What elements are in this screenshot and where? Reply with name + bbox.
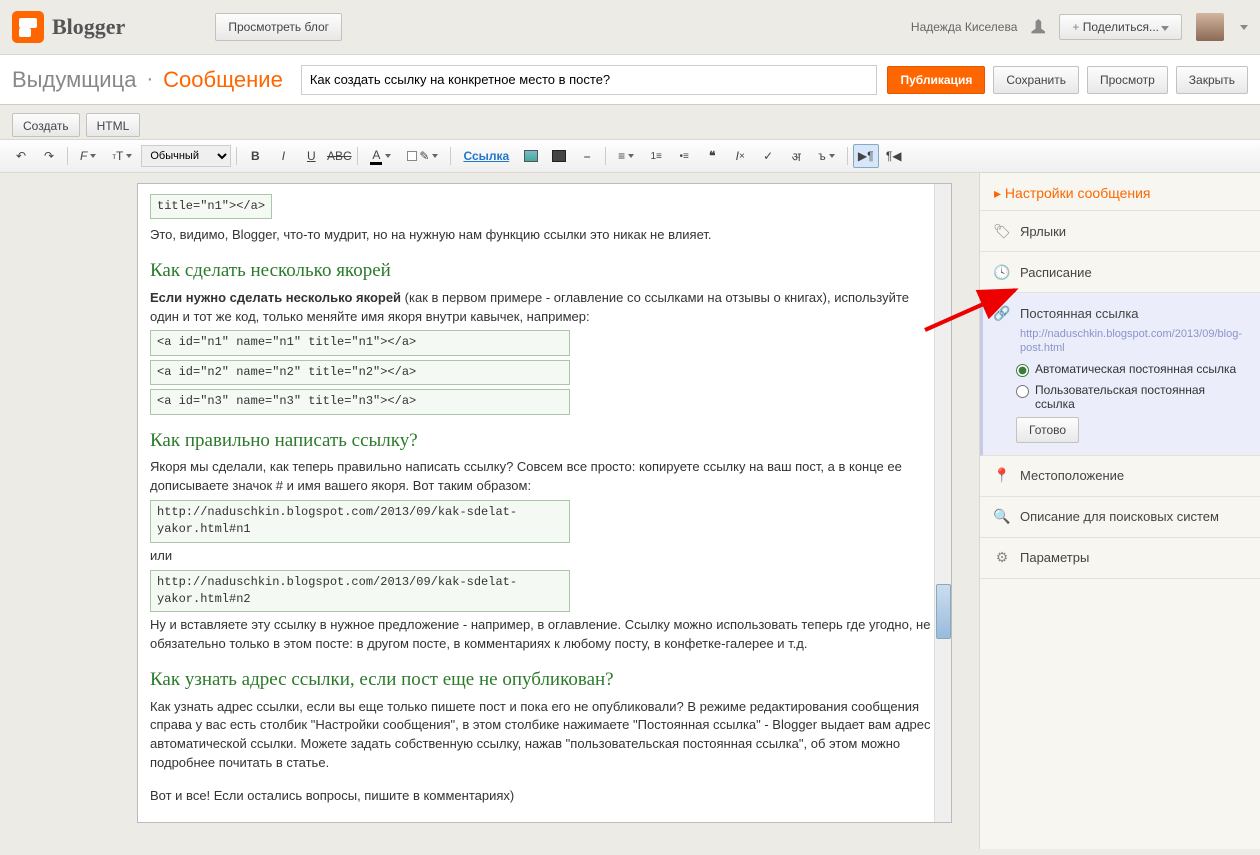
separator: · <box>146 68 153 91</box>
main-area: title="n1"></a> Это, видимо, Blogger, чт… <box>0 173 1260 849</box>
sidebar-item-label: Параметры <box>1020 550 1089 565</box>
redo-icon[interactable]: ↷ <box>36 144 62 168</box>
blogger-logo-icon <box>12 11 44 43</box>
jump-break-icon[interactable]: ⎯ <box>574 144 600 168</box>
sidebar-item-permalink[interactable]: 🔗 Постоянная ссылка http://naduschkin.bl… <box>980 293 1260 456</box>
search-icon: 🔍 <box>994 509 1010 525</box>
username-label: Надежда Киселева <box>911 20 1017 34</box>
numbered-list-icon[interactable]: 1≡ <box>643 144 669 168</box>
view-blog-button[interactable]: Просмотреть блог <box>215 13 342 41</box>
close-button[interactable]: Закрыть <box>1176 66 1248 94</box>
tab-compose[interactable]: Создать <box>12 113 80 137</box>
undo-icon[interactable]: ↶ <box>8 144 34 168</box>
image-icon[interactable] <box>518 144 544 168</box>
link-button[interactable]: Ссылка <box>456 144 516 168</box>
align-icon[interactable]: ≡ <box>611 144 641 168</box>
publish-button[interactable]: Публикация <box>887 66 985 94</box>
paragraph: или <box>150 547 939 566</box>
blog-name: Выдумщица <box>12 67 136 93</box>
pin-icon: 📍 <box>994 468 1010 484</box>
editor-tabs: Создать HTML <box>0 105 1260 137</box>
code-snippet: http://naduschkin.blogspot.com/2013/09/k… <box>150 570 570 613</box>
highlight-color-icon[interactable]: ✎ <box>400 144 445 168</box>
paragraph: Это, видимо, Blogger, что-то мудрит, но … <box>150 226 939 245</box>
text-color-icon[interactable]: A <box>363 144 398 168</box>
tag-icon: 🏷 <box>994 223 1010 239</box>
permalink-done-button[interactable]: Готово <box>1016 417 1079 443</box>
permalink-auto-radio[interactable]: Автоматическая постоянная ссылка <box>1016 362 1246 377</box>
clock-icon: 🕓 <box>994 264 1010 280</box>
account-dropdown-icon[interactable] <box>1240 25 1248 30</box>
post-editor[interactable]: title="n1"></a> Это, видимо, Blogger, чт… <box>137 183 952 823</box>
sidebar-item-labels[interactable]: 🏷 Ярлыки <box>980 211 1260 252</box>
paragraph: Ну и вставляете эту ссылку в нужное пред… <box>150 616 939 654</box>
topbar: Blogger Просмотреть блог Надежда Киселев… <box>0 0 1260 55</box>
paragraph: Если нужно сделать несколько якорей (как… <box>150 289 939 327</box>
sidebar-item-schedule[interactable]: 🕓 Расписание <box>980 252 1260 293</box>
tab-html[interactable]: HTML <box>86 113 141 137</box>
paragraph: Вот и все! Если остались вопросы, пишите… <box>150 787 939 806</box>
code-snippet: <a id="n2" name="n2" title="n2"></a> <box>150 360 570 385</box>
sidebar-item-search-description[interactable]: 🔍 Описание для поисковых систем <box>980 497 1260 538</box>
gear-icon: ⚙ <box>994 550 1010 566</box>
editor-toolbar: ↶ ↷ F тT Обычный B I U ABC A ✎ Ссылка ⎯ … <box>0 139 1260 173</box>
paragraph: Как узнать адрес ссылки, если вы еще тол… <box>150 698 939 773</box>
heading: Как сделать несколько якорей <box>150 257 939 285</box>
post-settings-sidebar: Настройки сообщения 🏷 Ярлыки 🕓 Расписани… <box>979 173 1260 849</box>
sidebar-item-label: Описание для поисковых систем <box>1020 509 1219 524</box>
save-button[interactable]: Сохранить <box>993 66 1079 94</box>
sidebar-item-label: Ярлыки <box>1020 224 1066 239</box>
ltr-icon[interactable]: ▶¶ <box>853 144 879 168</box>
preview-button[interactable]: Просмотр <box>1087 66 1168 94</box>
avatar[interactable] <box>1196 13 1224 41</box>
sidebar-item-label: Расписание <box>1020 265 1092 280</box>
code-snippet: <a id="n1" name="n1" title="n1"></a> <box>150 330 570 355</box>
rtl-icon[interactable]: ¶◀ <box>881 144 907 168</box>
sidebar-item-label: Местоположение <box>1020 468 1124 483</box>
transliterate-icon[interactable]: अ <box>783 144 809 168</box>
link-icon: 🔗 <box>994 305 1010 321</box>
paragraph: Якоря мы сделали, как теперь правильно н… <box>150 458 939 496</box>
code-snippet: http://naduschkin.blogspot.com/2013/09/k… <box>150 500 570 543</box>
post-title-input[interactable] <box>301 65 878 95</box>
heading: Как правильно написать ссылку? <box>150 427 939 455</box>
strike-icon[interactable]: ABC <box>326 144 352 168</box>
title-row: Выдумщица · Сообщение Публикация Сохрани… <box>0 55 1260 105</box>
font-size-dropdown[interactable]: тT <box>105 144 139 168</box>
spellcheck-icon[interactable]: ✓ <box>755 144 781 168</box>
permalink-custom-radio[interactable]: Пользовательская постоянная ссылка <box>1016 383 1246 411</box>
video-icon[interactable] <box>546 144 572 168</box>
share-button[interactable]: Поделиться... <box>1059 14 1182 40</box>
heading-select[interactable]: Обычный <box>141 145 231 167</box>
bell-icon[interactable] <box>1031 19 1045 35</box>
font-family-dropdown[interactable]: F <box>73 144 103 168</box>
quote-icon[interactable]: ❝ <box>699 144 725 168</box>
code-snippet: title="n1"></a> <box>150 194 272 219</box>
bullet-list-icon[interactable]: •≡ <box>671 144 697 168</box>
sidebar-item-label: Постоянная ссылка <box>1020 306 1139 321</box>
sidebar-item-options[interactable]: ⚙ Параметры <box>980 538 1260 579</box>
sidebar-item-location[interactable]: 📍 Местоположение <box>980 456 1260 497</box>
editor-scrollbar[interactable] <box>934 184 951 822</box>
remove-format-icon[interactable]: I× <box>727 144 753 168</box>
permalink-url: http://naduschkin.blogspot.com/2013/09/b… <box>1020 327 1246 356</box>
editor-wrap: title="n1"></a> Это, видимо, Blogger, чт… <box>0 173 979 849</box>
bold-icon[interactable]: B <box>242 144 268 168</box>
underline-icon[interactable]: U <box>298 144 324 168</box>
brand-name: Blogger <box>52 14 125 40</box>
scrollbar-thumb[interactable] <box>936 584 951 639</box>
input-tools-icon[interactable]: ъ <box>811 144 842 168</box>
code-snippet: <a id="n3" name="n3" title="n3"></a> <box>150 389 570 414</box>
sidebar-header: Настройки сообщения <box>980 173 1260 211</box>
italic-icon[interactable]: I <box>270 144 296 168</box>
heading: Как узнать адрес ссылки, если пост еще н… <box>150 666 939 694</box>
page-type: Сообщение <box>163 67 283 93</box>
